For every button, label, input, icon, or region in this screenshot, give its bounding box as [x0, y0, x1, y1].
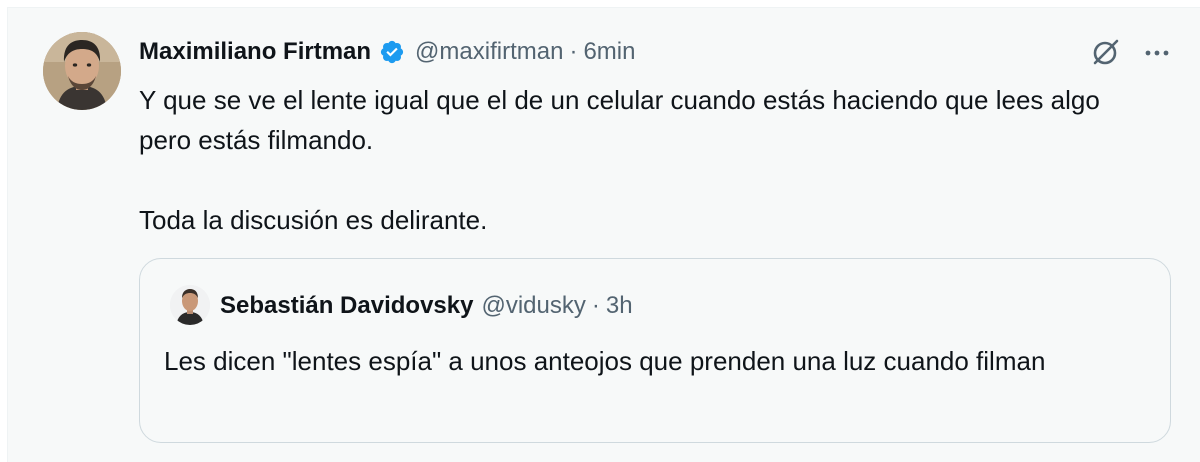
quoted-tweet[interactable]: Sebastián Davidovsky @vidusky · 3h Les d… — [139, 258, 1171, 443]
tweet-actions — [1090, 38, 1172, 68]
grok-icon[interactable] — [1090, 38, 1120, 68]
quoted-author-handle[interactable]: @vidusky — [481, 292, 585, 320]
author-name[interactable]: Maximiliano Firtman — [139, 38, 371, 66]
author-handle[interactable]: @maxifirtman — [415, 38, 563, 66]
author-avatar[interactable] — [43, 32, 121, 110]
quoted-tweet-text: Les dicen "lentes espía" a unos anteojos… — [164, 346, 1046, 376]
tweet-text-paragraph: Toda la discusión es delirante. — [139, 205, 488, 235]
tweet-text: Y que se ve el lente igual que el de un … — [139, 80, 1159, 240]
tweet-header: Maximiliano Firtman @maxifirtman · 6min — [139, 34, 635, 70]
verified-badge-icon — [379, 39, 405, 65]
tweet-timestamp[interactable]: 6min — [583, 38, 635, 66]
tweet-card[interactable]: Maximiliano Firtman @maxifirtman · 6min — [7, 7, 1200, 462]
separator-dot: · — [591, 292, 600, 319]
separator-dot: · — [569, 38, 578, 65]
more-options-icon[interactable] — [1142, 38, 1172, 68]
tweet-text-paragraph: Y que se ve el lente igual que el de un … — [139, 85, 1100, 155]
quoted-author-avatar[interactable] — [170, 285, 210, 325]
quoted-tweet-header: Sebastián Davidovsky @vidusky · 3h — [220, 289, 633, 323]
quoted-author-name[interactable]: Sebastián Davidovsky — [220, 292, 473, 320]
quoted-tweet-timestamp[interactable]: 3h — [606, 292, 633, 320]
